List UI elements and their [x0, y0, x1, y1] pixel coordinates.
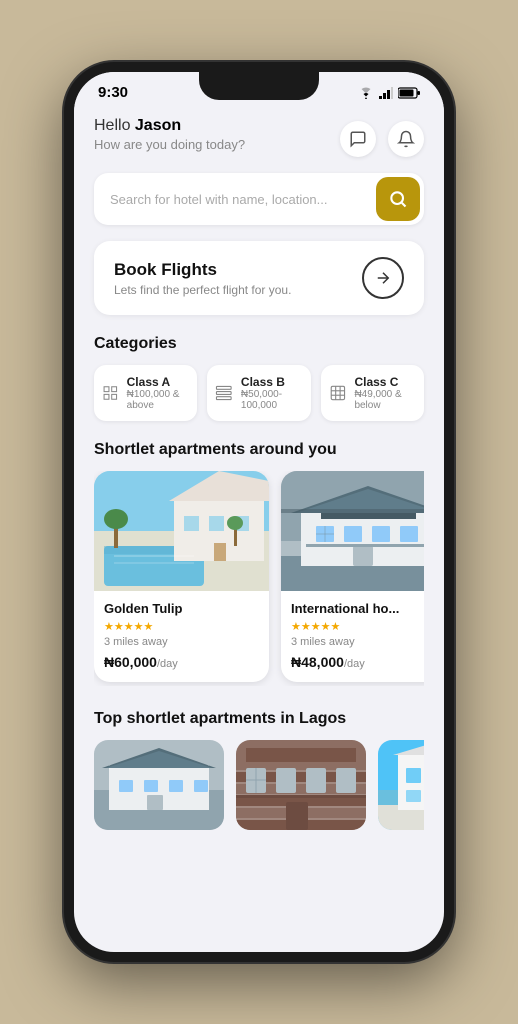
category-c-info: Class C ₦49,000 & below [354, 375, 416, 411]
greeting-text: Hello Jason [94, 117, 245, 135]
shortlet-name-golden-tulip: Golden Tulip [104, 601, 259, 616]
status-icons [358, 87, 420, 99]
class-a-icon [102, 382, 119, 404]
shortlet-distance-golden-tulip: 3 miles away [104, 636, 259, 648]
chinese-house-illustration [281, 471, 424, 591]
top-row [94, 740, 424, 830]
book-flights-subtitle: Lets find the perfect flight for you. [114, 283, 291, 297]
shortlet-card-golden-tulip[interactable]: Golden Tulip ★★★★★ 3 miles away ₦60,000/… [94, 471, 269, 682]
shortlet-price-golden-tulip: ₦60,000/day [104, 654, 259, 670]
category-c-price: ₦49,000 & below [354, 389, 416, 411]
phone-frame: 9:30 [64, 62, 454, 962]
class-c-icon [329, 382, 347, 404]
shortlet-info-international: International ho... ★★★★★ 3 miles away ₦… [281, 591, 424, 682]
search-placeholder: Search for hotel with name, location... [110, 192, 376, 207]
price-value-golden-tulip: ₦60,000 [104, 654, 157, 670]
main-content: Hello Jason How are you doing today? [74, 105, 444, 850]
shortlet-distance-international: 3 miles away [291, 636, 424, 648]
shortlet-name-international: International ho... [291, 601, 424, 616]
category-b-price: ₦50,000-100,000 [241, 389, 303, 411]
price-value-international: ₦48,000 [291, 654, 344, 670]
status-time: 9:30 [98, 84, 128, 101]
categories-row: Class A ₦100,000 & above Class B ₦50,000… [94, 365, 424, 421]
header-actions [340, 121, 424, 157]
category-a-price: ₦100,000 & above [127, 389, 190, 411]
book-flights-arrow[interactable] [362, 257, 404, 299]
shortlet-info-golden-tulip: Golden Tulip ★★★★★ 3 miles away ₦60,000/… [94, 591, 269, 682]
search-icon [388, 189, 408, 209]
top-card-2[interactable] [236, 740, 366, 830]
message-icon [349, 130, 367, 148]
top-card-3[interactable] [378, 740, 424, 830]
greeting-subtitle: How are you doing today? [94, 137, 245, 152]
category-c-name: Class C [354, 375, 416, 389]
top-section-title: Top shortlet apartments in Lagos [94, 710, 424, 728]
pool-villa-illustration [94, 471, 269, 591]
shortlet-price-international: ₦48,000/day [291, 654, 424, 670]
top-img-2 [236, 740, 366, 830]
notification-button[interactable] [388, 121, 424, 157]
arrow-right-icon [374, 269, 392, 287]
shortlet-row: Golden Tulip ★★★★★ 3 miles away ₦60,000/… [94, 471, 424, 686]
category-b-name: Class B [241, 375, 303, 389]
book-flights-card[interactable]: Book Flights Lets find the perfect fligh… [94, 241, 424, 315]
top-img-3 [378, 740, 424, 830]
greeting-hello: Hello [94, 117, 135, 134]
bell-icon [397, 130, 415, 148]
header: Hello Jason How are you doing today? [94, 117, 424, 157]
notch [199, 72, 319, 100]
category-chip-class-b[interactable]: Class B ₦50,000-100,000 [207, 365, 310, 421]
category-chip-class-c[interactable]: Class C ₦49,000 & below [321, 365, 424, 421]
search-button[interactable] [376, 177, 420, 221]
shortlet-stars-golden-tulip: ★★★★★ [104, 620, 259, 633]
category-chip-class-a[interactable]: Class A ₦100,000 & above [94, 365, 197, 421]
battery-icon [398, 87, 420, 99]
shortlet-stars-international: ★★★★★ [291, 620, 424, 633]
categories-title: Categories [94, 335, 424, 353]
book-flights-info: Book Flights Lets find the perfect fligh… [114, 260, 291, 297]
shortlet-img-international [281, 471, 424, 591]
book-flights-title: Book Flights [114, 260, 291, 280]
top-card-1[interactable] [94, 740, 224, 830]
category-a-info: Class A ₦100,000 & above [127, 375, 190, 411]
price-unit-golden-tulip: /day [157, 658, 178, 670]
greeting-name: Jason [135, 117, 181, 134]
shortlet-title: Shortlet apartments around you [94, 441, 424, 459]
category-a-name: Class A [127, 375, 190, 389]
shortlet-card-international[interactable]: International ho... ★★★★★ 3 miles away ₦… [281, 471, 424, 682]
wifi-icon [358, 87, 374, 99]
signal-icon [379, 87, 393, 99]
message-button[interactable] [340, 121, 376, 157]
greeting-block: Hello Jason How are you doing today? [94, 117, 245, 152]
category-b-info: Class B ₦50,000-100,000 [241, 375, 303, 411]
price-unit-international: /day [344, 658, 365, 670]
shortlet-img-golden-tulip [94, 471, 269, 591]
top-img-1 [94, 740, 224, 830]
search-bar[interactable]: Search for hotel with name, location... [94, 173, 424, 225]
class-b-icon [215, 382, 233, 404]
